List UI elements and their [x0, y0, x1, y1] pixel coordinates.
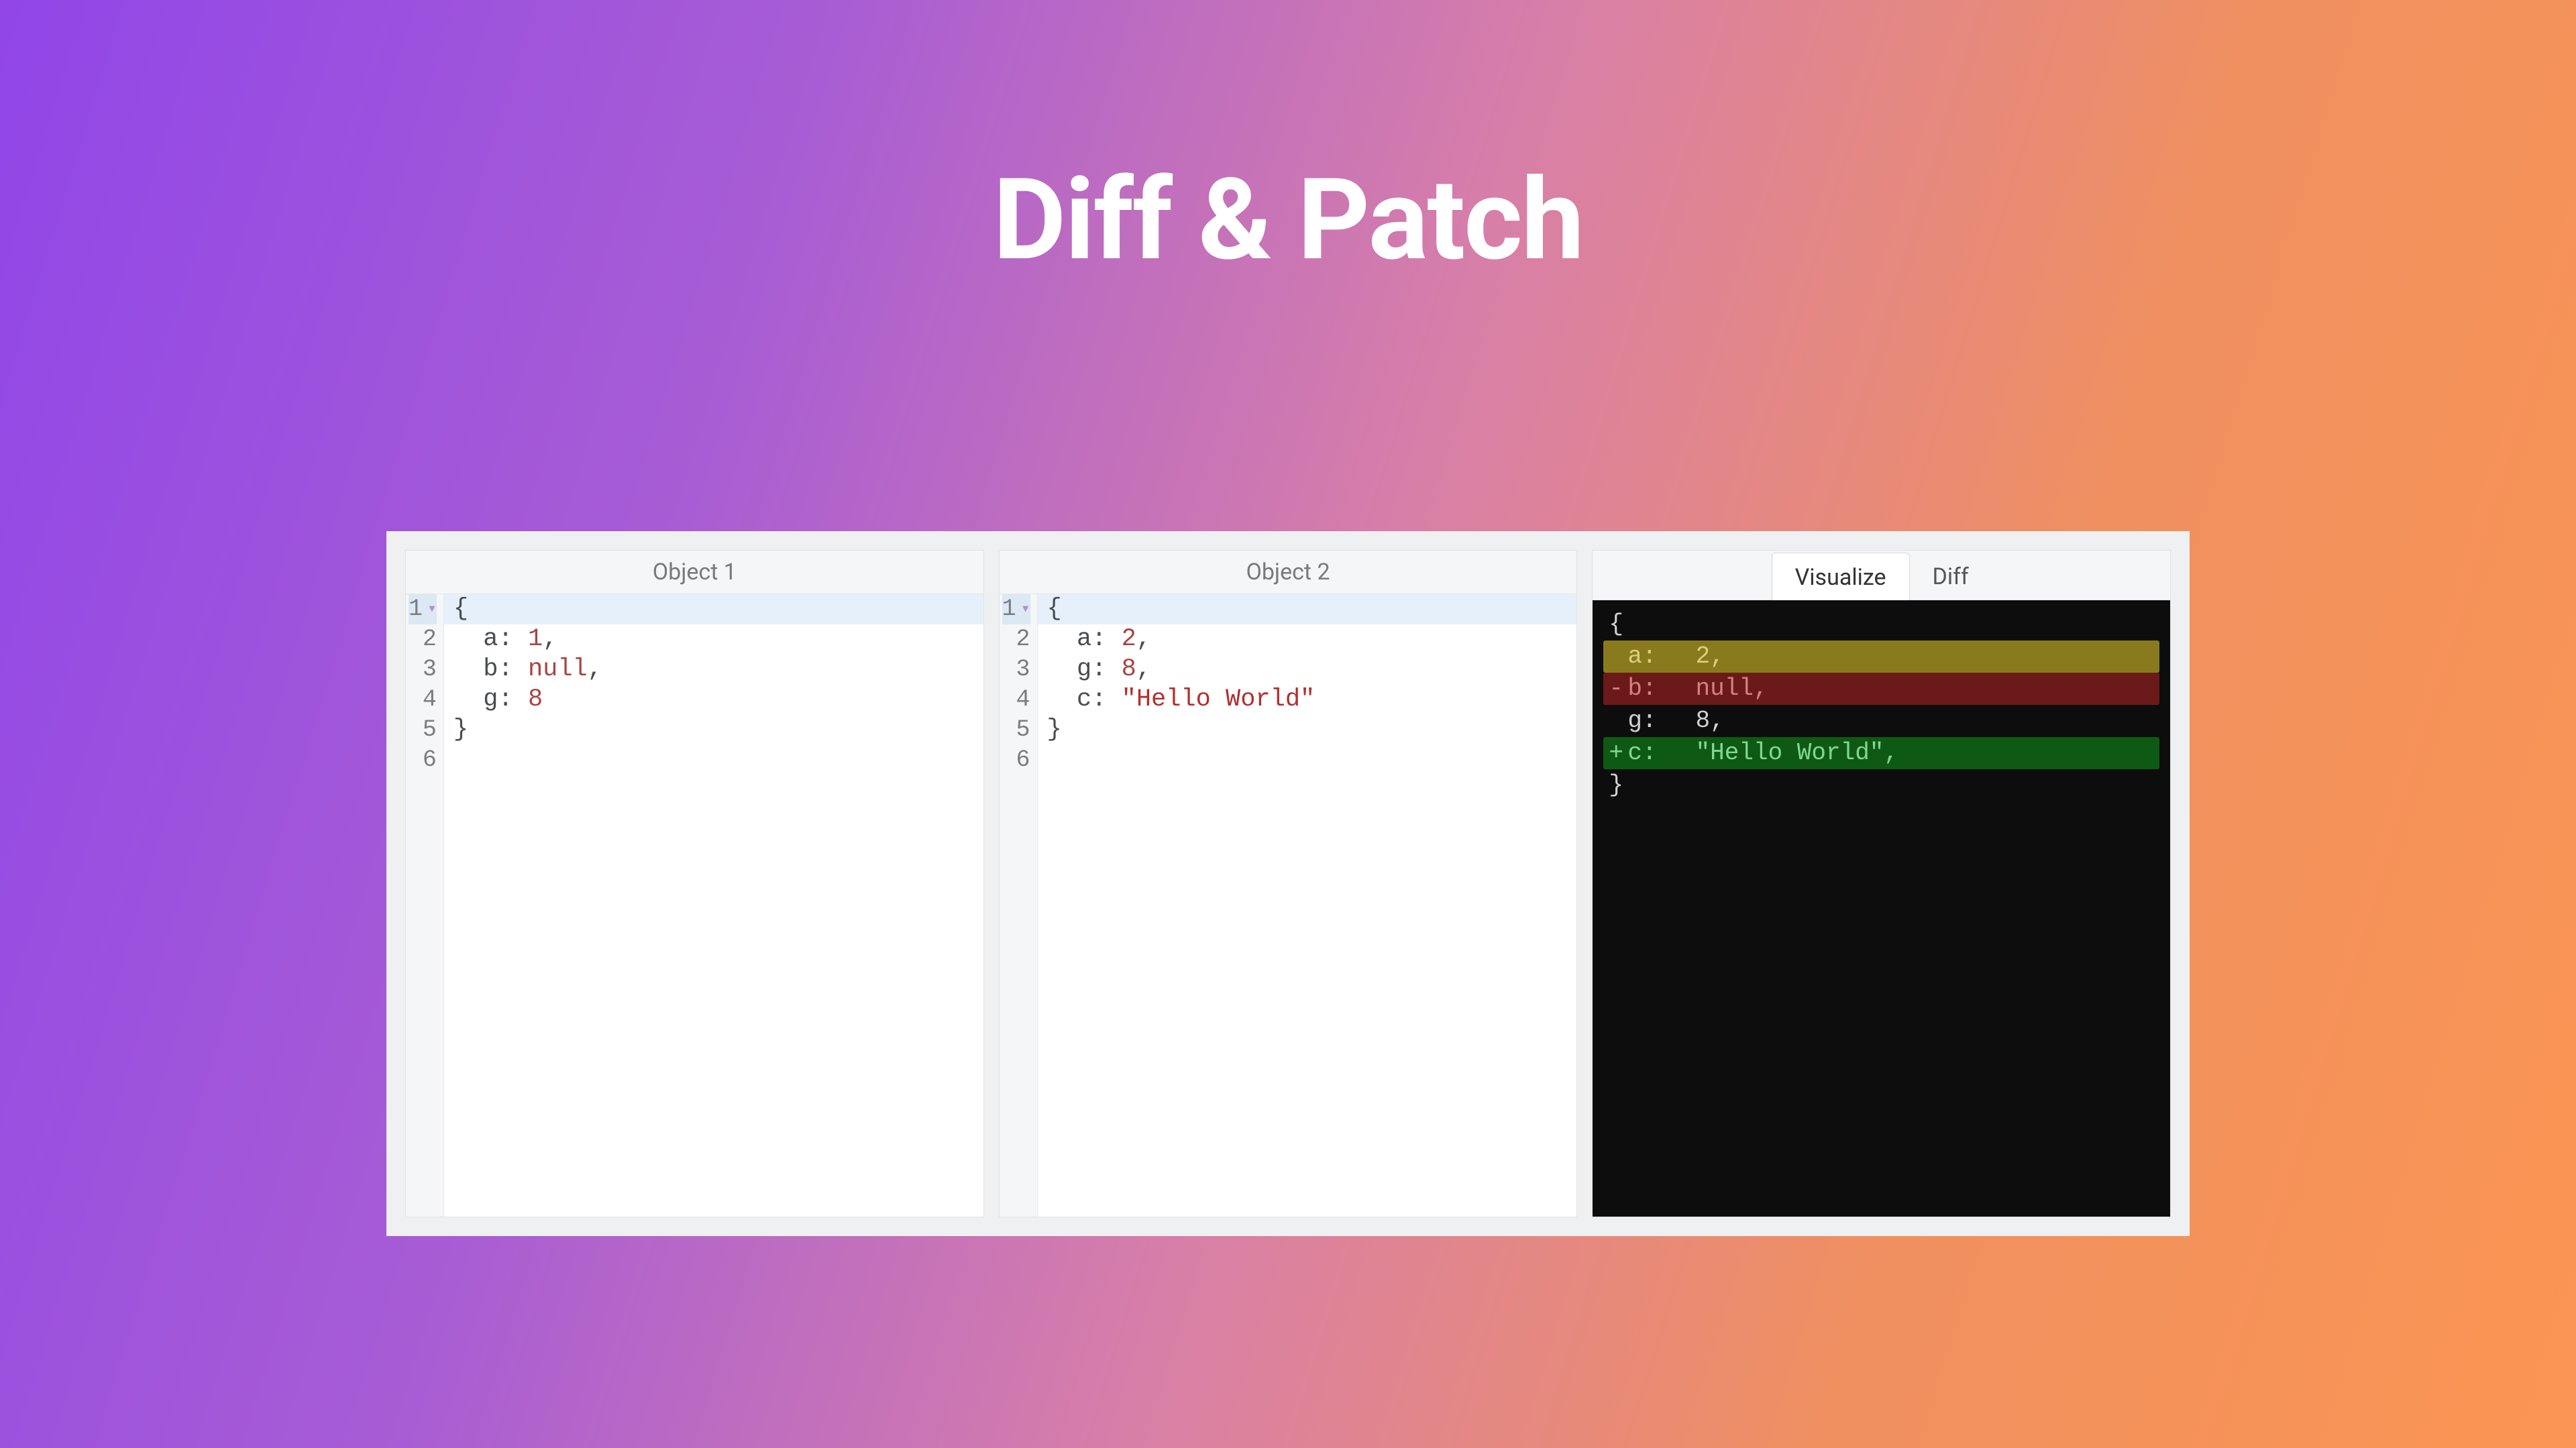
code-line[interactable]: a: 2, — [1038, 624, 1577, 655]
code-line[interactable]: g: 8 — [444, 685, 983, 715]
fold-marker-icon[interactable]: ▾ — [1021, 594, 1030, 624]
gutter-line: 2 — [409, 624, 437, 655]
code-line[interactable] — [444, 745, 983, 775]
code-line[interactable]: g: 8, — [1038, 655, 1577, 685]
gutter-object-2: 1▾23456 — [1000, 594, 1038, 1217]
gutter-line: 1▾ — [1002, 594, 1030, 624]
code-line[interactable]: c: "Hello World" — [1038, 685, 1577, 715]
diff-line-context: { — [1603, 608, 2159, 641]
code-lines-object-2[interactable]: { a: 2, g: 8, c: "Hello World"} — [1038, 594, 1577, 1217]
editor-header-object-2: Object 2 — [1000, 551, 1577, 594]
gutter-line: 2 — [1002, 624, 1030, 655]
gutter-line: 3 — [409, 655, 437, 685]
tab-visualize[interactable]: Visualize — [1772, 553, 1910, 600]
panel-container: Object 1 1▾23456 { a: 1, b: null, g: 8} … — [386, 531, 2190, 1236]
code-line[interactable]: b: null, — [444, 655, 983, 685]
code-line[interactable] — [1038, 745, 1577, 775]
gutter-object-1: 1▾23456 — [406, 594, 444, 1217]
gutter-line: 5 — [1002, 715, 1030, 745]
gutter-line: 1▾ — [409, 594, 437, 624]
diff-line-removed: -b: null, — [1603, 673, 2159, 705]
code-line[interactable]: { — [1038, 594, 1577, 624]
gutter-line: 3 — [1002, 655, 1030, 685]
diff-line-added: +c: "Hello World", — [1603, 737, 2159, 769]
diff-body: {a: 2,-b: null,g: 8,+c: "Hello World",} — [1593, 600, 2170, 1217]
fold-marker-icon[interactable]: ▾ — [427, 594, 437, 624]
code-line[interactable]: } — [444, 715, 983, 745]
diff-tabs: Visualize Diff — [1593, 551, 2170, 600]
code-line[interactable]: } — [1038, 715, 1577, 745]
gutter-line: 4 — [409, 685, 437, 715]
page-title: Diff & Patch — [0, 0, 2576, 286]
gutter-line: 6 — [409, 745, 437, 775]
diff-line-modified: a: 2, — [1603, 641, 2159, 673]
diff-line-context: } — [1603, 769, 2159, 801]
diff-panel: Visualize Diff {a: 2,-b: null,g: 8,+c: "… — [1592, 550, 2171, 1217]
editor-object-1: Object 1 1▾23456 { a: 1, b: null, g: 8} — [405, 550, 984, 1217]
code-line[interactable]: { — [444, 594, 983, 624]
gutter-line: 5 — [409, 715, 437, 745]
editor-object-2: Object 2 1▾23456 { a: 2, g: 8, c: "Hello… — [999, 550, 1578, 1217]
code-line[interactable]: a: 1, — [444, 624, 983, 655]
editor-body-object-1[interactable]: 1▾23456 { a: 1, b: null, g: 8} — [406, 594, 983, 1217]
gutter-line: 4 — [1002, 685, 1030, 715]
tab-diff[interactable]: Diff — [1910, 553, 1992, 600]
editor-header-object-1: Object 1 — [406, 551, 983, 594]
code-lines-object-1[interactable]: { a: 1, b: null, g: 8} — [444, 594, 983, 1217]
gutter-line: 6 — [1002, 745, 1030, 775]
editor-body-object-2[interactable]: 1▾23456 { a: 2, g: 8, c: "Hello World"} — [1000, 594, 1577, 1217]
diff-line-context: g: 8, — [1603, 705, 2159, 737]
